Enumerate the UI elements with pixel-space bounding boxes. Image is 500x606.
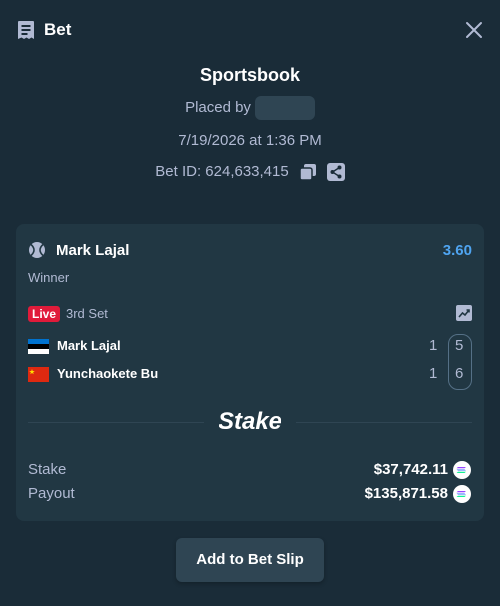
selection-odds: 3.60 [442, 242, 472, 259]
bet-card: Mark Lajal 3.60 Winner Live 3rd Set Mark… [16, 224, 484, 521]
payout-amount: $135,871.58 [364, 485, 448, 502]
china-flag-icon [28, 367, 49, 382]
divider-left [28, 422, 204, 423]
team-score-current: 5 [455, 337, 464, 354]
set-label: 3rd Set [66, 306, 108, 321]
live-badge: Live [28, 306, 61, 322]
svg-text:Stake: Stake [219, 408, 281, 435]
market-name: Winner [28, 270, 70, 285]
team-score-set: 1 [429, 365, 438, 382]
placed-by-label: Placed by [185, 99, 251, 116]
solana-icon [453, 485, 471, 503]
team-score-current: 6 [455, 365, 464, 382]
team-name: Mark Lajal [57, 338, 121, 353]
modal-title: Bet [44, 20, 72, 39]
close-icon[interactable] [465, 21, 483, 39]
selection-player[interactable]: Mark Lajal [56, 241, 129, 261]
share-icon[interactable] [326, 163, 345, 181]
modal-header: Bet [0, 0, 500, 60]
solana-icon [453, 461, 471, 479]
bet-id-row: Bet ID: 624,633,415 [0, 161, 500, 183]
stats-chart-icon[interactable] [456, 305, 472, 321]
bet-source-title: Sportsbook [199, 65, 300, 85]
copy-icon[interactable] [298, 163, 317, 181]
payout-label: Payout [28, 485, 75, 502]
stake-amount: $37,742.11 [373, 461, 448, 478]
placed-by: Placed by [0, 96, 500, 120]
team-name: Yunchaokete Bu [57, 366, 159, 381]
hidden-username[interactable] [254, 96, 315, 120]
estonia-flag-icon [28, 339, 49, 354]
bet-datetime: 7/19/2026 at 1:36 PM [178, 132, 322, 149]
receipt-icon [18, 21, 34, 39]
tennis-ball-icon [29, 242, 45, 258]
bet-id: Bet ID: 624,633,415 [155, 163, 289, 180]
team-score-set: 1 [429, 337, 438, 354]
add-to-bet-slip-button[interactable]: Add to Bet Slip [176, 538, 324, 582]
stake-logo: Stake [219, 408, 281, 435]
divider-right [296, 422, 472, 423]
stake-label: Stake [28, 461, 67, 478]
